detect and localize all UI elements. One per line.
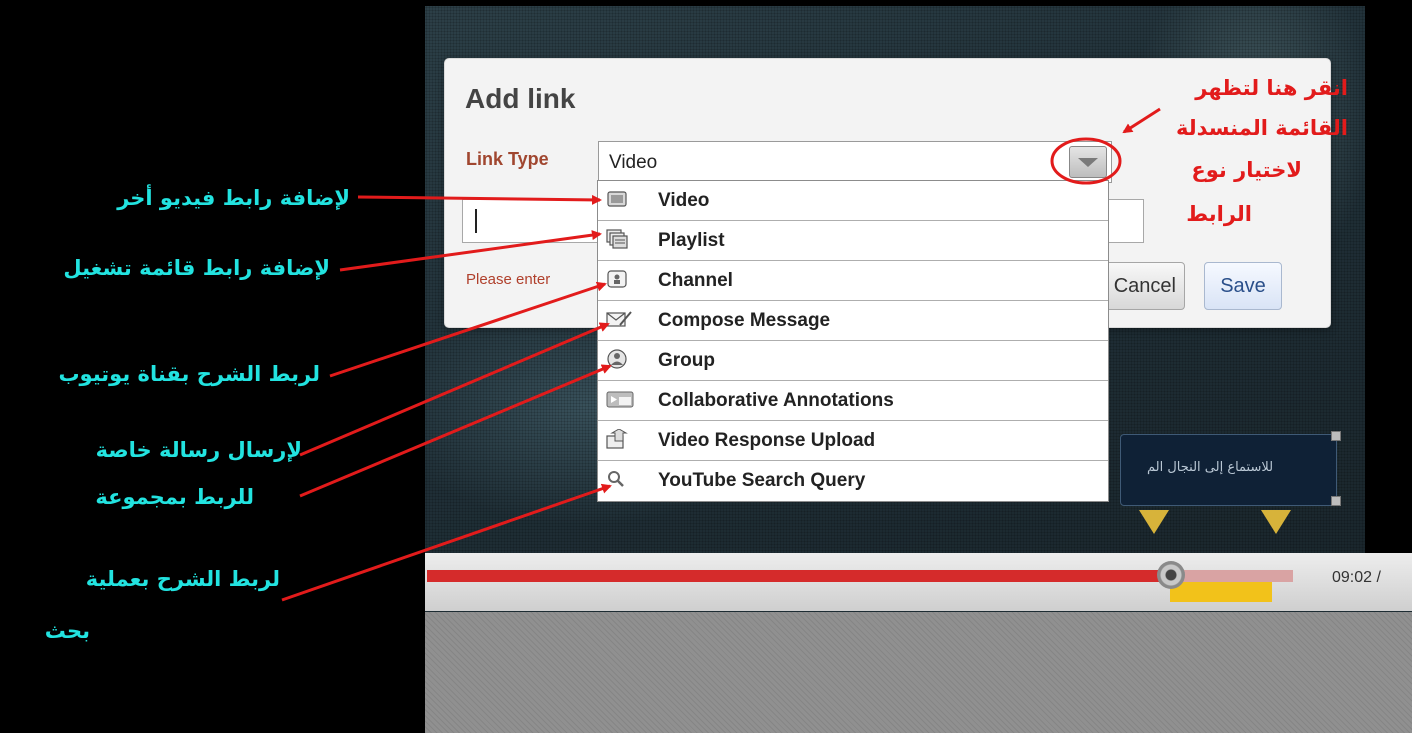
highlight-circle xyxy=(1050,137,1122,185)
annotation-arrows xyxy=(281,107,1161,602)
